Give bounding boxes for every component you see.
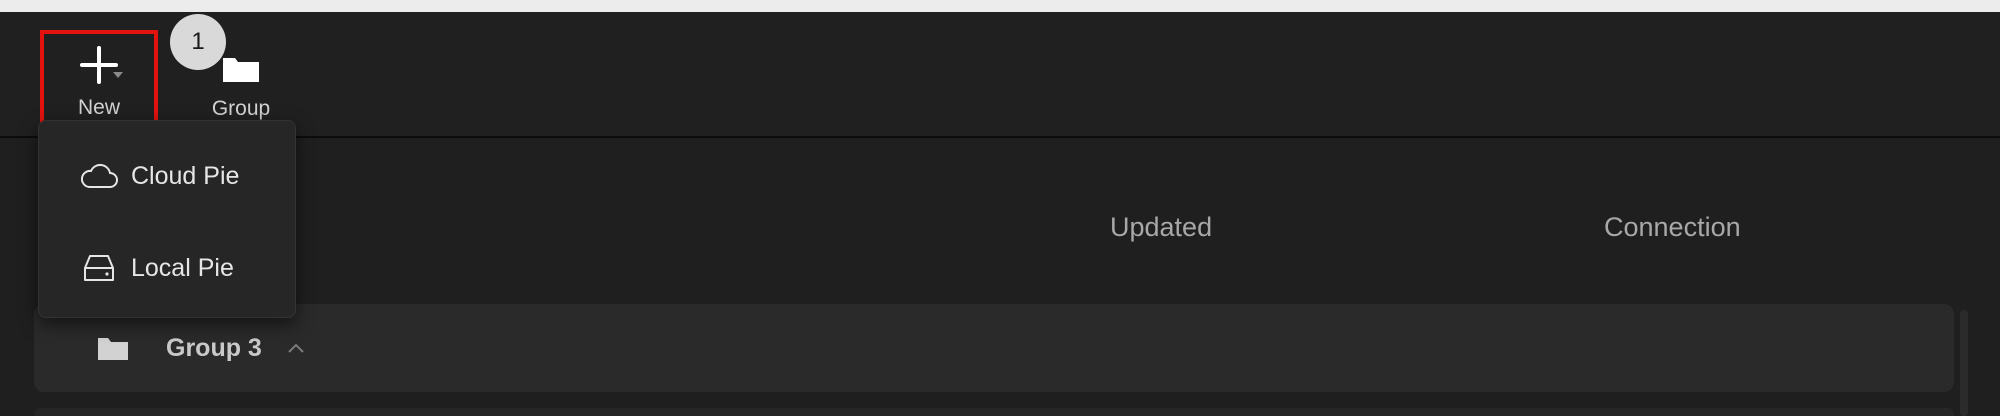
menu-item-local-pie[interactable]: Local Pie: [39, 233, 295, 303]
cloud-icon: [79, 162, 119, 190]
new-button[interactable]: New: [40, 30, 158, 132]
folder-icon: [96, 334, 130, 362]
menu-item-cloud-pie[interactable]: Cloud Pie: [39, 141, 295, 211]
menu-item-label: Local Pie: [131, 253, 234, 282]
new-dropdown-menu: Cloud Pie Local Pie: [38, 120, 296, 318]
chevron-up-icon[interactable]: [286, 341, 306, 355]
group-button-label: Group: [211, 97, 271, 120]
plus-icon: [63, 42, 135, 88]
column-header-updated[interactable]: Updated: [1110, 212, 1212, 243]
window-top-strip: [0, 0, 2000, 12]
folder-icon: [221, 52, 261, 89]
menu-item-label: Cloud Pie: [131, 161, 240, 190]
group-row[interactable]: Group 3: [34, 304, 1954, 392]
hard-drive-icon: [79, 252, 119, 284]
group-name: Group 3: [166, 333, 262, 362]
step-badge: 1: [170, 14, 226, 70]
next-row-edge: [34, 408, 1954, 416]
new-button-label: New: [77, 96, 120, 119]
toolbar: New Group: [0, 12, 2000, 138]
dropdown-caret-icon: [113, 72, 123, 78]
column-header-connection[interactable]: Connection: [1604, 212, 1741, 243]
vertical-scrollbar[interactable]: [1960, 310, 1968, 416]
